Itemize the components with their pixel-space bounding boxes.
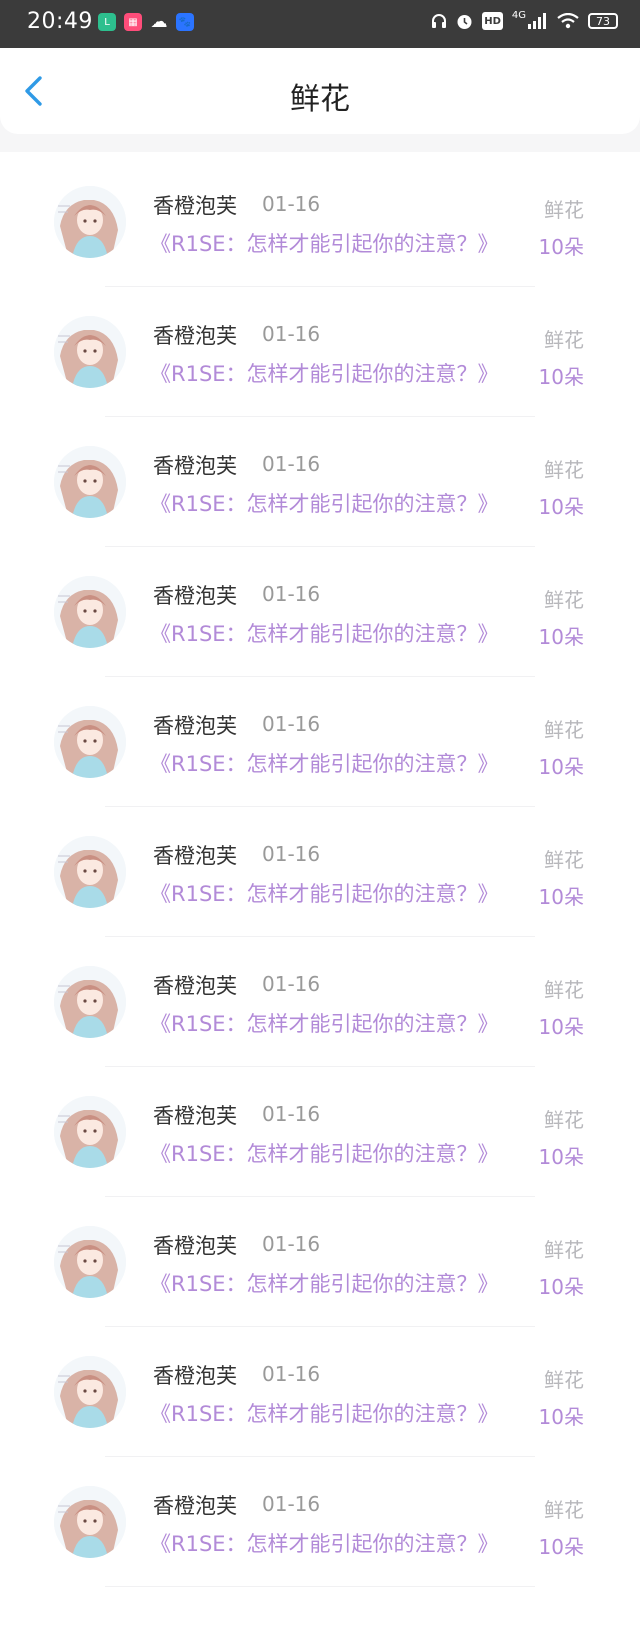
gift-type: 鲜花 <box>544 848 584 872</box>
gift-count: 10朵 <box>538 625 584 649</box>
clock: 20:49 <box>27 9 93 34</box>
gift-type: 鲜花 <box>544 588 584 612</box>
gift-type: 鲜花 <box>544 1368 584 1392</box>
song-title[interactable]: 《R1SE：怎样才能引起你的注意？》 <box>150 1008 499 1038</box>
nav-bar: 鲜花 <box>0 48 640 134</box>
record-date: 01-16 <box>262 1232 321 1256</box>
record-date: 01-16 <box>262 842 321 866</box>
status-bar: 20:49 L ▦ ☁ 🐾 HD 4G 73 <box>0 0 640 48</box>
cloud-icon: ☁ <box>150 12 168 32</box>
gift-count: 10朵 <box>538 235 584 259</box>
avatar[interactable] <box>54 1486 126 1558</box>
gift-count: 10朵 <box>538 885 584 909</box>
battery-icon: 73 <box>588 13 618 29</box>
song-title[interactable]: 《R1SE：怎样才能引起你的注意？》 <box>150 228 499 258</box>
user-name: 香橙泡芙 <box>153 324 237 348</box>
user-name: 香橙泡芙 <box>153 454 237 478</box>
avatar[interactable] <box>54 1356 126 1428</box>
gift-count: 10朵 <box>538 365 584 389</box>
gift-type: 鲜花 <box>544 1238 584 1262</box>
status-indicators: HD 4G 73 <box>431 10 618 30</box>
record-date: 01-16 <box>262 1102 321 1126</box>
list-item[interactable]: 香橙泡芙 01-16 鲜花 《R1SE：怎样才能引起你的注意？》 10朵 <box>0 672 640 807</box>
app-collage-icon: ▦ <box>124 13 142 31</box>
record-date: 01-16 <box>262 972 321 996</box>
paw-icon: 🐾 <box>176 13 194 31</box>
avatar[interactable] <box>54 706 126 778</box>
song-title[interactable]: 《R1SE：怎样才能引起你的注意？》 <box>150 1268 499 1298</box>
page-title: 鲜花 <box>290 82 350 117</box>
alarm-icon <box>456 12 473 30</box>
gift-type: 鲜花 <box>544 1498 584 1522</box>
hd-icon: HD <box>482 12 503 30</box>
list-item[interactable]: 香橙泡芙 01-16 鲜花 《R1SE：怎样才能引起你的注意？》 10朵 <box>0 152 640 287</box>
app-l-icon: L <box>98 13 116 31</box>
record-date: 01-16 <box>262 1492 321 1516</box>
user-name: 香橙泡芙 <box>153 714 237 738</box>
gift-count: 10朵 <box>538 1535 584 1559</box>
record-date: 01-16 <box>262 582 321 606</box>
song-title[interactable]: 《R1SE：怎样才能引起你的注意？》 <box>150 748 499 778</box>
list-item[interactable]: 香橙泡芙 01-16 鲜花 《R1SE：怎样才能引起你的注意？》 10朵 <box>0 282 640 417</box>
gift-count: 10朵 <box>538 1405 584 1429</box>
gift-count: 10朵 <box>538 495 584 519</box>
user-name: 香橙泡芙 <box>153 1364 237 1388</box>
gift-type: 鲜花 <box>544 978 584 1002</box>
gift-count: 10朵 <box>538 1275 584 1299</box>
list-item[interactable]: 香橙泡芙 01-16 鲜花 《R1SE：怎样才能引起你的注意？》 10朵 <box>0 1452 640 1587</box>
list-item[interactable]: 香橙泡芙 01-16 鲜花 《R1SE：怎样才能引起你的注意？》 10朵 <box>0 1192 640 1327</box>
user-name: 香橙泡芙 <box>153 584 237 608</box>
gift-record-list: 香橙泡芙 01-16 鲜花 《R1SE：怎样才能引起你的注意？》 10朵 香橙泡… <box>0 152 640 1628</box>
avatar[interactable] <box>54 446 126 518</box>
avatar[interactable] <box>54 966 126 1038</box>
user-name: 香橙泡芙 <box>153 1494 237 1518</box>
user-name: 香橙泡芙 <box>153 844 237 868</box>
list-item[interactable]: 香橙泡芙 01-16 鲜花 《R1SE：怎样才能引起你的注意？》 10朵 <box>0 1322 640 1457</box>
avatar[interactable] <box>54 316 126 388</box>
song-title[interactable]: 《R1SE：怎样才能引起你的注意？》 <box>150 358 499 388</box>
record-date: 01-16 <box>262 452 321 476</box>
headphones-icon <box>431 12 447 30</box>
gift-count: 10朵 <box>538 1145 584 1169</box>
record-date: 01-16 <box>262 1362 321 1386</box>
song-title[interactable]: 《R1SE：怎样才能引起你的注意？》 <box>150 1398 499 1428</box>
user-name: 香橙泡芙 <box>153 1104 237 1128</box>
gift-type: 鲜花 <box>544 328 584 352</box>
song-title[interactable]: 《R1SE：怎样才能引起你的注意？》 <box>150 1528 499 1558</box>
gift-count: 10朵 <box>538 755 584 779</box>
list-item[interactable]: 香橙泡芙 01-16 鲜花 《R1SE：怎样才能引起你的注意？》 10朵 <box>0 802 640 937</box>
song-title[interactable]: 《R1SE：怎样才能引起你的注意？》 <box>150 488 499 518</box>
wifi-icon <box>557 12 579 30</box>
signal-icon: 4G <box>512 10 548 30</box>
notification-icons: L ▦ ☁ 🐾 <box>98 12 194 32</box>
song-title[interactable]: 《R1SE：怎样才能引起你的注意？》 <box>150 1138 499 1168</box>
gift-type: 鲜花 <box>544 198 584 222</box>
avatar[interactable] <box>54 1096 126 1168</box>
list-item[interactable]: 香橙泡芙 01-16 鲜花 《R1SE：怎样才能引起你的注意？》 10朵 <box>0 1062 640 1197</box>
avatar[interactable] <box>54 576 126 648</box>
list-item[interactable]: 香橙泡芙 01-16 鲜花 《R1SE：怎样才能引起你的注意？》 10朵 <box>0 932 640 1067</box>
gift-type: 鲜花 <box>544 1108 584 1132</box>
gift-type: 鲜花 <box>544 458 584 482</box>
record-date: 01-16 <box>262 322 321 346</box>
song-title[interactable]: 《R1SE：怎样才能引起你的注意？》 <box>150 618 499 648</box>
user-name: 香橙泡芙 <box>153 1234 237 1258</box>
gift-count: 10朵 <box>538 1015 584 1039</box>
divider <box>105 1586 535 1587</box>
list-item[interactable]: 香橙泡芙 01-16 鲜花 《R1SE：怎样才能引起你的注意？》 10朵 <box>0 542 640 677</box>
record-date: 01-16 <box>262 192 321 216</box>
avatar[interactable] <box>54 1226 126 1298</box>
avatar[interactable] <box>54 186 126 258</box>
gift-type: 鲜花 <box>544 718 584 742</box>
record-date: 01-16 <box>262 712 321 736</box>
avatar[interactable] <box>54 836 126 908</box>
user-name: 香橙泡芙 <box>153 194 237 218</box>
list-item[interactable]: 香橙泡芙 01-16 鲜花 《R1SE：怎样才能引起你的注意？》 10朵 <box>0 412 640 547</box>
song-title[interactable]: 《R1SE：怎样才能引起你的注意？》 <box>150 878 499 908</box>
user-name: 香橙泡芙 <box>153 974 237 998</box>
